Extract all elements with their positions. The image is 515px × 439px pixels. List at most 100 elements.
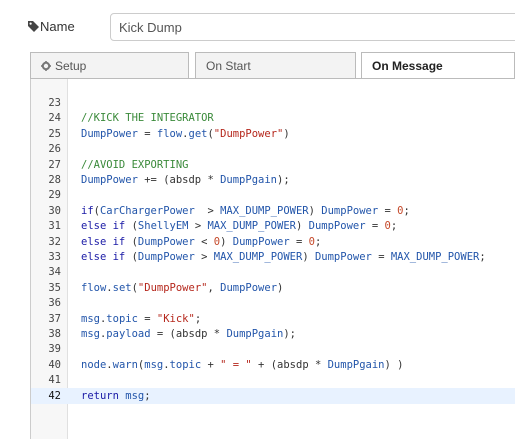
line-number: 34 — [48, 266, 61, 279]
code-line[interactable]: 37 msg.topic = "Kick"; — [31, 311, 515, 327]
code-token: DumpPgain — [220, 174, 277, 186]
code-token: > — [194, 251, 214, 263]
code-text: //AVOID EXPORTING — [81, 157, 188, 173]
code-token: * — [207, 328, 227, 340]
tab-setup[interactable]: Setup — [30, 52, 189, 79]
code-token: msg — [81, 328, 100, 340]
code-token: ; — [194, 312, 202, 325]
code-line[interactable]: 39 — [31, 341, 515, 357]
code-token: ; — [479, 251, 486, 263]
tag-icon — [28, 21, 39, 32]
code-token: + ( — [251, 358, 278, 371]
line-number: 26 — [48, 143, 61, 156]
code-token: , — [207, 281, 221, 294]
code-token: DumpPower — [137, 251, 195, 263]
line-number: 41 — [48, 374, 61, 387]
name-input[interactable] — [110, 13, 515, 41]
code-token: MAX_DUMP_POWER — [207, 220, 296, 233]
code-token: ) — [308, 204, 322, 217]
code-token: absdp — [175, 328, 208, 340]
line-number: 37 — [48, 312, 61, 325]
tab-on-start[interactable]: On Start — [195, 52, 356, 79]
code-token: ) — [295, 220, 309, 233]
code-line[interactable]: 38 msg.payload = (absdp * DumpPgain); — [31, 326, 515, 342]
code-token: DumpPower — [232, 235, 290, 248]
code-token: else if — [81, 220, 126, 233]
code-token: warn — [112, 358, 138, 371]
code-token: msg — [144, 358, 164, 371]
line-number: 32 — [48, 235, 61, 248]
tab-on-message[interactable]: On Message — [361, 52, 515, 79]
code-token: DumpPower — [321, 204, 379, 217]
code-text: //KICK THE INTEGRATOR — [81, 110, 214, 126]
code-token: DumpPower — [308, 220, 366, 233]
line-number: 25 — [48, 127, 61, 140]
code-token: + — [201, 358, 221, 371]
code-token: if — [81, 204, 94, 217]
code-line[interactable]: 35 flow.set("DumpPower", DumpPower) — [31, 280, 515, 296]
name-label: Name — [40, 19, 75, 34]
code-line[interactable]: 31 else if (ShellyEM > MAX_DUMP_POWER) Du… — [31, 218, 515, 234]
code-token: ( — [125, 235, 138, 248]
code-token: ) ) — [384, 358, 404, 371]
code-text: else if (ShellyEM > MAX_DUMP_POWER) Dump… — [81, 218, 397, 234]
line-number: 33 — [48, 251, 61, 263]
code-line[interactable]: 28 DumpPower += (absdp * DumpPgain); — [31, 172, 515, 188]
code-token: DumpPower — [137, 235, 195, 248]
code-text: return msg; — [81, 388, 151, 404]
line-number: 35 — [48, 281, 61, 294]
code-line[interactable]: 41 — [31, 372, 515, 388]
code-token: ; — [144, 389, 151, 402]
tab-on-start-label: On Start — [206, 59, 251, 73]
code-token: = — [365, 220, 385, 233]
code-token: DumpPower — [81, 127, 138, 140]
code-token: = ( — [150, 328, 176, 340]
code-token: flow — [156, 127, 183, 140]
code-line[interactable]: 42 return msg; — [31, 387, 515, 404]
code-line[interactable]: 25 DumpPower = flow.get("DumpPower") — [31, 126, 515, 142]
gear-icon — [41, 61, 51, 71]
code-line[interactable]: 26 — [31, 141, 515, 157]
code-text: else if (DumpPower < 0) DumpPower = 0; — [81, 234, 321, 250]
code-line[interactable]: 32 else if (DumpPower < 0) DumpPower = 0; — [31, 234, 515, 250]
code-token: msg — [125, 389, 145, 402]
code-token: ) — [220, 235, 233, 248]
code-token: * — [308, 358, 328, 371]
code-editor[interactable]: · · ·· · · · · ··· · · ·· · ·· 23 24 //KIC… — [30, 79, 515, 439]
code-token: MAX_DUMP_POWER — [213, 251, 303, 263]
line-number: 31 — [48, 220, 61, 233]
code-token: = — [289, 235, 309, 248]
code-token: absdp — [277, 358, 309, 371]
code-line[interactable]: 24 //KICK THE INTEGRATOR — [31, 110, 515, 126]
code-line[interactable]: 36 — [31, 295, 515, 311]
code-line[interactable]: 34 — [31, 264, 515, 280]
code-token: "DumpPower" — [213, 127, 284, 140]
code-token: //AVOID EXPORTING — [81, 158, 189, 171]
code-token: msg — [81, 312, 100, 325]
tab-on-message-label: On Message — [372, 59, 443, 73]
code-token: set — [112, 281, 132, 294]
line-number: 39 — [48, 343, 61, 356]
line-number: 42 — [48, 389, 61, 402]
code-token: else if — [81, 251, 126, 263]
code-line[interactable]: 23 — [31, 95, 515, 111]
code-line[interactable]: 33 else if (DumpPower > MAX_DUMP_POWER) D… — [31, 249, 515, 265]
code-line[interactable]: 40 node.warn(msg.topic + " = " + (absdp *… — [31, 357, 515, 373]
code-line[interactable]: 29 — [31, 187, 515, 203]
code-token: ; — [403, 204, 410, 217]
code-token: = — [378, 204, 398, 217]
code-token: "DumpPower" — [137, 281, 208, 294]
code-token: > — [188, 220, 208, 233]
code-token: else if — [81, 235, 126, 248]
code-text: msg.payload = (absdp * DumpPgain); — [81, 326, 296, 342]
code-token: += ( — [137, 174, 170, 186]
code-line[interactable]: 27 //AVOID EXPORTING — [31, 157, 515, 173]
code-token: * — [201, 174, 221, 186]
code-token: topic — [169, 358, 202, 371]
code-text: if(CarChargerPower > MAX_DUMP_POWER) Dum… — [81, 203, 410, 219]
code-token: topic — [106, 312, 138, 325]
code-token: ; — [314, 235, 322, 248]
code-text: DumpPower = flow.get("DumpPower") — [81, 126, 290, 142]
code-text: flow.set("DumpPower", DumpPower) — [81, 280, 283, 296]
code-line[interactable]: 30 if(CarChargerPower > MAX_DUMP_POWER) D… — [31, 203, 515, 219]
